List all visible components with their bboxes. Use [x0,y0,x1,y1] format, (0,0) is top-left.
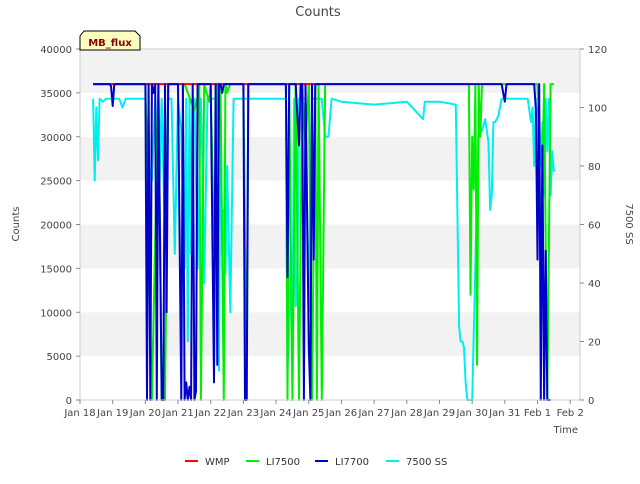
x-tick-label: Jan 26 [325,408,357,419]
x-tick-label: Jan 28 [390,408,422,419]
grid-band [80,356,580,400]
legend: WMP LI7500 LI7700 7500 SS [185,457,447,468]
y-tick-label: 25000 [40,177,72,188]
y2-tick-label: 80 [588,162,601,173]
y-tick-label: 15000 [40,264,72,275]
chart-container: Jan 18 Jan 19 Jan 20 Jan 21 Jan 22 Jan 23 Jan … [0,0,640,480]
x-tick-label: Jan 20 [129,408,161,419]
y2-tick-label: 120 [588,45,607,56]
legend-label: LI7500 [266,457,300,468]
x-tick-label: Jan 22 [194,408,226,419]
y-axis-left: 0 5000 10000 15000 20000 25000 30000 35000 40000 [40,45,80,407]
x-tick-label: Jan 24 [259,408,291,419]
y2-tick-label: 40 [588,279,601,290]
legend-item-wmp: WMP [185,457,230,468]
legend-label: WMP [205,457,230,468]
y-tick-label: 10000 [40,308,72,319]
mb-flux-badge: MB_flux [79,30,141,51]
y2-tick-label: 20 [588,338,601,349]
badge-label: MB_flux [88,38,132,49]
y-tick-label: 40000 [40,45,72,56]
y-axis-right: 0 20 40 60 80 100 120 [580,45,607,407]
y-tick-label: 0 [66,396,72,407]
y-tick-label: 20000 [40,221,72,232]
y-tick-label: 30000 [40,133,72,144]
x-tick-label: Jan 31 [488,408,520,419]
x-tick-label: Jan 29 [423,408,455,419]
legend-label: LI7700 [335,457,369,468]
y-tick-label: 5000 [47,352,72,363]
x-tick-label: Feb 2 [557,408,584,419]
x-tick-label: Jan 27 [357,408,389,419]
chart-title: Counts [295,5,341,20]
x-tick-label: Jan 21 [161,408,193,419]
x-tick-label: Jan 18 [63,408,95,419]
y2-tick-label: 60 [588,221,601,232]
y2-axis-label: 7500 SS [623,203,634,244]
legend-label: 7500 SS [406,457,447,468]
x-tick-label: Feb 1 [524,408,551,419]
x-axis: Jan 18 Jan 19 Jan 20 Jan 21 Jan 22 Jan 23 Jan … [63,400,584,419]
chart-svg: Jan 18 Jan 19 Jan 20 Jan 21 Jan 22 Jan 23 Jan … [11,5,634,468]
x-tick-label: Jan 23 [227,408,259,419]
legend-item-7500-ss: 7500 SS [386,457,447,468]
x-tick-label: Jan 19 [96,408,128,419]
y-tick-label: 35000 [40,89,72,100]
y-axis-label: Counts [11,207,22,242]
x-tick-label: Jan 25 [292,408,324,419]
x-tick-label: Jan 30 [455,408,487,419]
legend-item-li7500: LI7500 [246,457,300,468]
x-axis-label: Time [553,425,578,436]
legend-item-li7700: LI7700 [315,457,369,468]
y2-tick-label: 100 [588,104,607,115]
y2-tick-label: 0 [588,396,594,407]
grid-band [80,312,580,357]
